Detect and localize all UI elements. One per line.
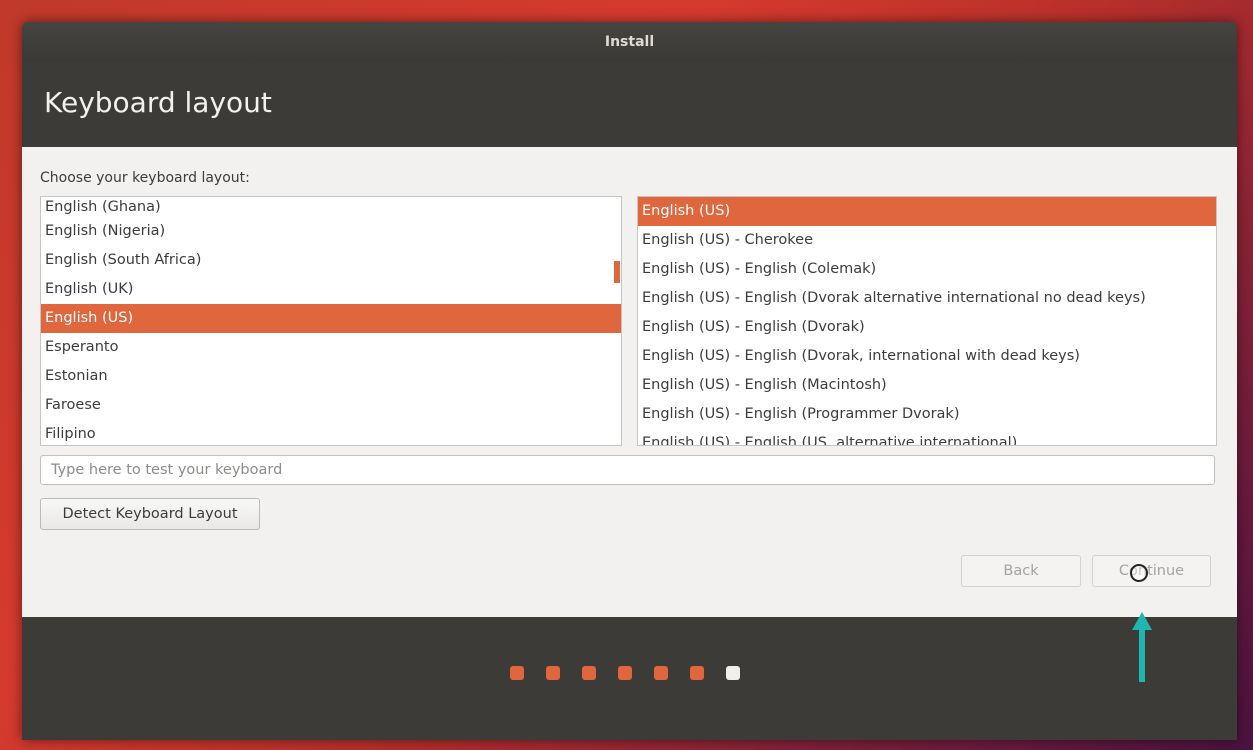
layout-item-selected[interactable]: English (US) bbox=[41, 304, 621, 333]
layout-list[interactable]: English (Ghana) English (Nigeria) Englis… bbox=[40, 196, 622, 446]
variant-item[interactable]: English (US) - English (Dvorak alternati… bbox=[638, 284, 1216, 313]
progress-dots bbox=[510, 666, 740, 680]
variant-item[interactable]: English (US) - English (Dvorak) bbox=[638, 313, 1216, 342]
layout-item[interactable]: Filipino bbox=[41, 420, 621, 445]
detect-keyboard-layout-button[interactable]: Detect Keyboard Layout bbox=[40, 498, 260, 530]
variant-item[interactable]: English (US) - English (US, alternative … bbox=[638, 429, 1216, 445]
back-button[interactable]: Back bbox=[961, 555, 1081, 587]
pointer-arrow-icon bbox=[1132, 612, 1152, 682]
content-panel: Choose your keyboard layout: English (Gh… bbox=[22, 147, 1237, 617]
variant-item[interactable]: English (US) - English (Dvorak, internat… bbox=[638, 342, 1216, 371]
keyboard-test-input[interactable] bbox=[40, 455, 1215, 485]
progress-dot bbox=[690, 666, 704, 680]
progress-dot bbox=[546, 666, 560, 680]
mouse-cursor-icon bbox=[1130, 564, 1148, 582]
progress-dot bbox=[654, 666, 668, 680]
variant-item[interactable]: English (US) - Cherokee bbox=[638, 226, 1216, 255]
variant-item[interactable]: English (US) - English (Macintosh) bbox=[638, 371, 1216, 400]
layout-item[interactable]: English (Ghana) bbox=[41, 197, 621, 217]
installer-window: Install Keyboard layout Choose your keyb… bbox=[22, 22, 1237, 740]
variant-item-selected[interactable]: English (US) bbox=[638, 197, 1216, 226]
layout-item[interactable]: English (South Africa) bbox=[41, 246, 621, 275]
layout-item[interactable]: Estonian bbox=[41, 362, 621, 391]
progress-dot bbox=[618, 666, 632, 680]
page-title: Keyboard layout bbox=[44, 86, 272, 119]
progress-dot-current bbox=[726, 666, 740, 680]
layout-item[interactable]: English (UK) bbox=[41, 275, 621, 304]
variant-item[interactable]: English (US) - English (Colemak) bbox=[638, 255, 1216, 284]
layout-item[interactable]: English (Nigeria) bbox=[41, 217, 621, 246]
variant-item[interactable]: English (US) - English (Programmer Dvora… bbox=[638, 400, 1216, 429]
layout-list-scrollbar[interactable] bbox=[614, 261, 620, 283]
progress-dot bbox=[510, 666, 524, 680]
continue-button[interactable]: Continue bbox=[1092, 555, 1211, 587]
variant-list[interactable]: English (US) English (US) - Cherokee Eng… bbox=[637, 196, 1217, 446]
window-title: Install bbox=[22, 22, 1237, 62]
layout-prompt: Choose your keyboard layout: bbox=[40, 170, 250, 186]
layout-item[interactable]: Faroese bbox=[41, 391, 621, 420]
progress-dot bbox=[582, 666, 596, 680]
layout-item[interactable]: Esperanto bbox=[41, 333, 621, 362]
